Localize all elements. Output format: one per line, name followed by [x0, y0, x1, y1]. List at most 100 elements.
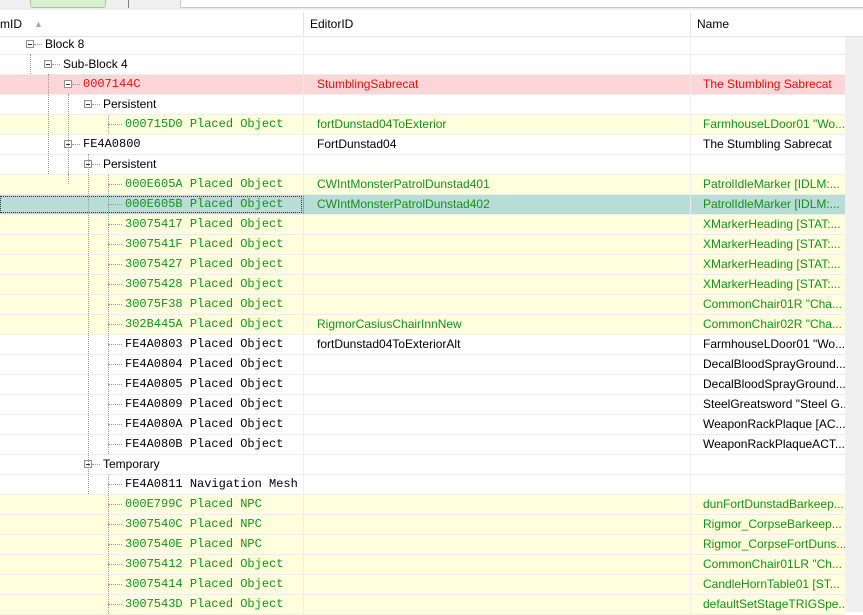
- name-cell: FarmhouseLDoor01 "Wo...: [690, 335, 845, 354]
- tree-row[interactable]: FE4A0800 FortDunstad04 The Stumbling Sabre…: [0, 135, 845, 155]
- tree-connector: [108, 524, 122, 525]
- tree-connector: [108, 424, 122, 425]
- formid-cell: FE4A080A Placed Object: [0, 415, 303, 434]
- formid-cell: 30075417 Placed Object: [0, 215, 303, 234]
- tree-connector: [108, 224, 122, 225]
- formid-text: Persistent: [103, 97, 157, 111]
- collapse-icon[interactable]: [44, 60, 52, 68]
- tree-row[interactable]: FE4A0811 Navigation Mesh: [0, 475, 845, 495]
- record-type-text: Navigation Mesh: [189, 477, 298, 491]
- formid-cell: 30075412 Placed Object: [0, 555, 303, 574]
- column-header-editorid[interactable]: EditorID: [303, 12, 690, 36]
- formid-text: FE4A0803: [125, 337, 183, 351]
- tree-row[interactable]: 000E799C Placed NPC dunFortDunstadBarkeep…: [0, 495, 845, 515]
- record-type-text: Placed Object: [189, 357, 284, 371]
- record-type-text: Placed Object: [189, 377, 284, 391]
- editorid-cell: [303, 235, 690, 254]
- formid-text: Block 8: [45, 37, 85, 51]
- tree-row[interactable]: FE4A0804 Placed Object DecalBloodSprayGro…: [0, 355, 845, 375]
- tree-row[interactable]: FE4A0803 Placed Object fortDunstad04ToExt…: [0, 335, 845, 355]
- tree-row[interactable]: 0007144C StumblingSabrecat The Stumbling S…: [0, 75, 845, 95]
- record-type-text: Placed Object: [189, 297, 284, 311]
- record-type-text: Placed NPC: [189, 497, 262, 511]
- formid-text: 30075428: [125, 277, 183, 291]
- editorid-cell: [303, 535, 690, 554]
- tree-connector: [108, 435, 109, 454]
- tree-connector: [108, 515, 109, 534]
- tree-node-label: 30075414 Placed Object: [125, 575, 283, 594]
- tree-row[interactable]: 000E605A Placed Object CWIntMonsterPatrol…: [0, 175, 845, 195]
- tree-node-label: Persistent: [103, 95, 156, 114]
- tree-connector: [108, 175, 109, 194]
- formid-text: Temporary: [103, 457, 160, 471]
- tree-row[interactable]: 302B445A Placed Object RigmorCasiusChairI…: [0, 315, 845, 335]
- tree-connector: [108, 255, 109, 274]
- tree-row[interactable]: Sub-Block 4: [0, 55, 845, 75]
- tree-connector: [108, 115, 109, 134]
- formid-cell: 000E605A Placed Object: [0, 175, 303, 194]
- tree-guide-line: [68, 94, 69, 174]
- tree-row[interactable]: 30075412 Placed Object CommonChair01LR "C…: [0, 555, 845, 575]
- editorid-cell: [303, 435, 690, 454]
- tree-node-label: Sub-Block 4: [63, 55, 128, 74]
- tree-row[interactable]: Persistent: [0, 95, 845, 115]
- editorid-cell: [303, 555, 690, 574]
- formid-text: FE4A080A: [125, 417, 183, 431]
- tree-row[interactable]: 000E605B Placed Object CWIntMonsterPatrol…: [0, 195, 845, 215]
- formid-cell: 000E605B Placed Object: [0, 195, 303, 214]
- name-cell: WeaponRackPlaque [AC...: [690, 415, 845, 434]
- tree-row[interactable]: Persistent: [0, 155, 845, 175]
- record-tree: Block 8 Sub-Block 4 0007144C StumblingSabre…: [0, 35, 845, 615]
- record-type-text: Placed Object: [189, 257, 284, 271]
- tree-row[interactable]: 30075427 Placed Object XMarkerHeading [ST…: [0, 255, 845, 275]
- tree-row[interactable]: 3007543D Placed Object defaultSetStageTRI…: [0, 595, 845, 615]
- tree-row[interactable]: 3007540C Placed NPC Rigmor_CorpseBarkeep.…: [0, 515, 845, 535]
- name-cell: CommonChair01R "Cha...: [690, 295, 845, 314]
- tree-connector: [34, 44, 42, 45]
- formid-cell: Persistent: [0, 95, 303, 114]
- name-cell: dunFortDunstadBarkeep...: [690, 495, 845, 514]
- formid-cell: 3007543D Placed Object: [0, 595, 303, 614]
- column-header-formid[interactable]: mID ▲: [0, 12, 303, 36]
- formid-text: Sub-Block 4: [63, 57, 128, 71]
- toolbar-field[interactable]: [180, 0, 863, 8]
- formid-text: 30075F38: [125, 297, 183, 311]
- tree-row[interactable]: FE4A080B Placed Object WeaponRackPlaqueAC…: [0, 435, 845, 455]
- record-type-text: Placed Object: [189, 197, 284, 211]
- tree-row[interactable]: FE4A0809 Placed Object SteelGreatsword "S…: [0, 395, 845, 415]
- formid-cell: 3007541F Placed Object: [0, 235, 303, 254]
- tree-node-label: 3007541F Placed Object: [125, 235, 283, 254]
- editorid-cell: [303, 455, 690, 474]
- editorid-cell: StumblingSabrecat: [303, 75, 690, 94]
- record-type-text: Placed Object: [189, 597, 284, 611]
- collapse-icon[interactable]: [64, 80, 72, 88]
- tree-connector: [92, 104, 100, 105]
- formid-text: FE4A0809: [125, 397, 183, 411]
- tree-row[interactable]: 30075428 Placed Object XMarkerHeading [ST…: [0, 275, 845, 295]
- tree-row[interactable]: Temporary: [0, 455, 845, 475]
- tree-row[interactable]: 30075F38 Placed Object CommonChair01R "Ch…: [0, 295, 845, 315]
- tree-row[interactable]: Block 8: [0, 35, 845, 55]
- collapse-icon[interactable]: [84, 100, 92, 108]
- tree-row[interactable]: FE4A080A Placed Object WeaponRackPlaque […: [0, 415, 845, 435]
- tree-row[interactable]: 30075417 Placed Object XMarkerHeading [ST…: [0, 215, 845, 235]
- collapse-icon[interactable]: [26, 40, 34, 48]
- name-cell: PatrolIdleMarker [IDLM:...: [690, 175, 845, 194]
- tree-row[interactable]: 30075414 Placed Object CandleHornTable01 …: [0, 575, 845, 595]
- toolbar-tab[interactable]: [30, 0, 106, 8]
- name-cell: XMarkerHeading [STAT:...: [690, 275, 845, 294]
- record-type-text: Placed NPC: [189, 517, 262, 531]
- tree-row[interactable]: 3007540E Placed NPC Rigmor_CorpseFortDuns…: [0, 535, 845, 555]
- formid-text: FE4A080B: [125, 437, 183, 451]
- tree-row[interactable]: FE4A0805 Placed Object DecalBloodSprayGro…: [0, 375, 845, 395]
- vertical-scrollbar[interactable]: [845, 36, 863, 612]
- column-header-name[interactable]: Name: [690, 12, 863, 36]
- tree-connector: [108, 535, 109, 554]
- formid-text: 3007541F: [125, 237, 183, 251]
- tree-connector: [108, 124, 122, 125]
- tree-row[interactable]: 000715D0 Placed Object fortDunstad04ToExt…: [0, 115, 845, 135]
- formid-cell: 30075427 Placed Object: [0, 255, 303, 274]
- tree-connector: [108, 395, 109, 414]
- formid-text: 30075414: [125, 577, 183, 591]
- tree-row[interactable]: 3007541F Placed Object XMarkerHeading [ST…: [0, 235, 845, 255]
